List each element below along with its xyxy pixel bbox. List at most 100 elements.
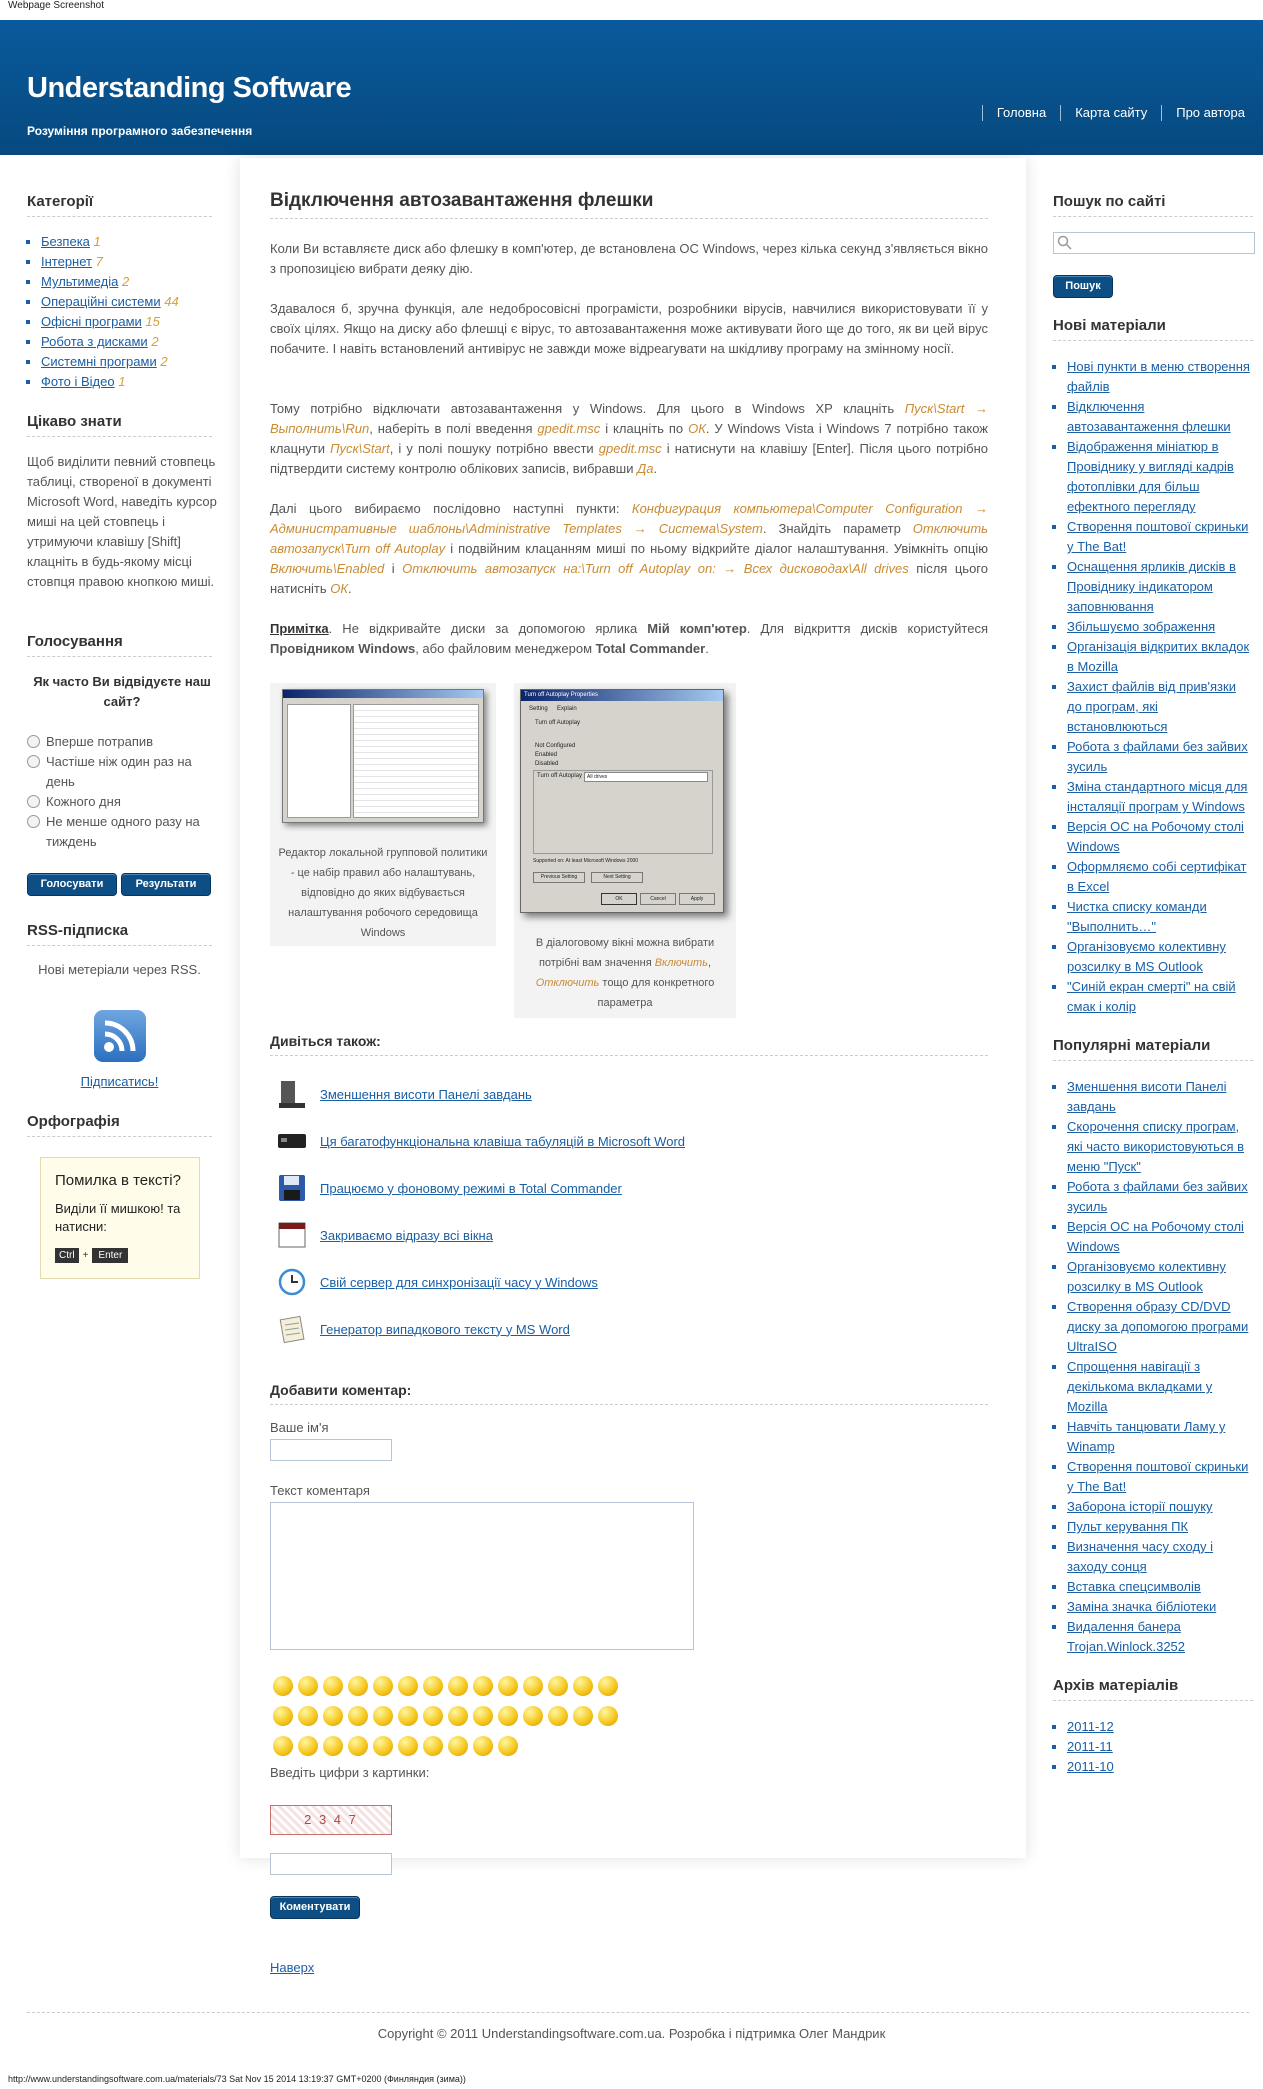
poll-option[interactable]: Вперше потрапив xyxy=(27,732,217,752)
radio-button[interactable] xyxy=(27,735,40,748)
list-item[interactable]: Організовуємо колективну розсилку в MS O… xyxy=(1067,937,1253,977)
see-also-item[interactable]: Закриваємо відразу всі вікна xyxy=(276,1219,493,1251)
category-item[interactable]: Робота з дисками 2 xyxy=(41,332,179,352)
poll-option[interactable]: Частіше ніж один раз на день xyxy=(27,752,217,792)
category-item[interactable]: Мультимедіа 2 xyxy=(41,272,179,292)
smiley-icon[interactable] xyxy=(473,1706,493,1726)
list-item[interactable]: Нові пункти в меню створення файлів xyxy=(1067,357,1253,397)
smiley-icon[interactable] xyxy=(373,1676,393,1696)
smiley-icon[interactable] xyxy=(298,1736,318,1756)
smiley-icon[interactable] xyxy=(348,1706,368,1726)
poll-option[interactable]: Не менше одного разу на тиждень xyxy=(27,812,217,852)
list-item[interactable]: Відключення автозавантаження флешки xyxy=(1067,397,1253,437)
nav-sitemap[interactable]: Карта сайту xyxy=(1060,105,1161,121)
smiley-icon[interactable] xyxy=(448,1676,468,1696)
list-item[interactable]: Оформляємо собі сертифікат в Excel xyxy=(1067,857,1253,897)
site-title[interactable]: Understanding Software xyxy=(27,72,352,105)
rss-subscribe-link[interactable]: Підписатись! xyxy=(27,1074,212,1089)
list-item[interactable]: "Синій екран смерті" на свій смак і колі… xyxy=(1067,977,1253,1017)
list-item[interactable]: Захист файлів від прив'язки до програм, … xyxy=(1067,677,1253,737)
list-item[interactable]: Організовуємо колективну розсилку в MS O… xyxy=(1067,1257,1253,1297)
category-item[interactable]: Фото і Відео 1 xyxy=(41,372,179,392)
see-also-item[interactable]: Працюємо у фоновому режимі в Total Comma… xyxy=(276,1172,622,1204)
smiley-icon[interactable] xyxy=(398,1706,418,1726)
list-item[interactable]: Відображення мініатюр в Провіднику у виг… xyxy=(1067,437,1253,517)
list-item[interactable]: Скорочення списку програм, які часто вик… xyxy=(1067,1117,1253,1177)
smiley-icon[interactable] xyxy=(323,1676,343,1696)
list-item[interactable]: Пульт керування ПК xyxy=(1067,1517,1253,1537)
policy-editor-screenshot[interactable] xyxy=(282,689,484,823)
list-item[interactable]: Версія ОС на Робочому столі Windows xyxy=(1067,1217,1253,1257)
smiley-icon[interactable] xyxy=(373,1736,393,1756)
smiley-icon[interactable] xyxy=(473,1676,493,1696)
smiley-icon[interactable] xyxy=(473,1736,493,1756)
poll-option[interactable]: Кожного дня xyxy=(27,792,217,812)
captcha-input[interactable] xyxy=(270,1853,392,1875)
smiley-icon[interactable] xyxy=(323,1706,343,1726)
comment-textarea[interactable] xyxy=(270,1502,694,1650)
category-item[interactable]: Системні програми 2 xyxy=(41,352,179,372)
list-item[interactable]: Створення поштової скриньки у The Bat! xyxy=(1067,1457,1253,1497)
smiley-icon[interactable] xyxy=(548,1706,568,1726)
smiley-icon[interactable] xyxy=(523,1676,543,1696)
list-item[interactable]: Навчіть танцювати Ламу у Winamp xyxy=(1067,1417,1253,1457)
smiley-icon[interactable] xyxy=(523,1706,543,1726)
smiley-icon[interactable] xyxy=(498,1676,518,1696)
smiley-icon[interactable] xyxy=(423,1676,443,1696)
radio-button[interactable] xyxy=(27,755,40,768)
see-also-item[interactable]: Свій сервер для синхронізації часу у Win… xyxy=(276,1266,598,1298)
list-item[interactable]: Визначення часу сходу і заходу сонця xyxy=(1067,1537,1253,1577)
smiley-icon[interactable] xyxy=(398,1736,418,1756)
smiley-icon[interactable] xyxy=(498,1706,518,1726)
smiley-icon[interactable] xyxy=(298,1676,318,1696)
smiley-icon[interactable] xyxy=(498,1736,518,1756)
search-input[interactable] xyxy=(1053,232,1255,254)
category-item[interactable]: Безпека 1 xyxy=(41,232,179,252)
smiley-icon[interactable] xyxy=(348,1736,368,1756)
list-item[interactable]: Створення образу CD/DVD диску за допомог… xyxy=(1067,1297,1253,1357)
see-also-item[interactable]: Зменшення висоти Панелі завдань xyxy=(276,1078,532,1110)
vote-button[interactable]: Голосувати xyxy=(27,873,117,896)
list-item[interactable]: Збільшуємо зображення xyxy=(1067,617,1253,637)
smiley-icon[interactable] xyxy=(373,1706,393,1726)
category-item[interactable]: Інтернет 7 xyxy=(41,252,179,272)
smiley-icon[interactable] xyxy=(573,1676,593,1696)
submit-comment-button[interactable]: Коментувати xyxy=(270,1896,360,1919)
list-item[interactable]: Версія ОС на Робочому столі Windows xyxy=(1067,817,1253,857)
back-to-top-link[interactable]: Наверх xyxy=(270,1960,314,1975)
list-item[interactable]: Видалення банера Trojan.Winlock.3252 xyxy=(1067,1617,1253,1657)
see-also-item[interactable]: Генератор випадкового тексту у MS Word xyxy=(276,1313,570,1345)
results-button[interactable]: Результати xyxy=(121,873,211,896)
smiley-icon[interactable] xyxy=(398,1676,418,1696)
smiley-icon[interactable] xyxy=(273,1676,293,1696)
smiley-icon[interactable] xyxy=(348,1676,368,1696)
list-item[interactable]: Зменшення висоти Панелі завдань xyxy=(1067,1077,1253,1117)
radio-button[interactable] xyxy=(27,795,40,808)
list-item[interactable]: Робота з файлами без зайвих зусиль xyxy=(1067,737,1253,777)
radio-button[interactable] xyxy=(27,815,40,828)
smiley-icon[interactable] xyxy=(323,1736,343,1756)
list-item[interactable]: Оснащення ярликів дисків в Провіднику ін… xyxy=(1067,557,1253,617)
name-input[interactable] xyxy=(270,1439,392,1461)
smiley-icon[interactable] xyxy=(273,1706,293,1726)
smiley-icon[interactable] xyxy=(273,1736,293,1756)
smiley-icon[interactable] xyxy=(423,1706,443,1726)
list-item[interactable]: 2011-11 xyxy=(1067,1737,1253,1757)
list-item[interactable]: Чистка списку команди "Выполнить…" xyxy=(1067,897,1253,937)
nav-about[interactable]: Про автора xyxy=(1161,105,1259,121)
list-item[interactable]: Спрощення навігації з декількома вкладка… xyxy=(1067,1357,1253,1417)
smiley-icon[interactable] xyxy=(448,1736,468,1756)
list-item[interactable]: Заміна значка бібліотеки xyxy=(1067,1597,1253,1617)
rss-icon[interactable] xyxy=(94,1010,146,1062)
list-item[interactable]: Вставка спецсимволів xyxy=(1067,1577,1253,1597)
category-item[interactable]: Операційні системи 44 xyxy=(41,292,179,312)
smiley-icon[interactable] xyxy=(598,1676,618,1696)
smiley-icon[interactable] xyxy=(423,1736,443,1756)
smiley-icon[interactable] xyxy=(298,1706,318,1726)
nav-home[interactable]: Головна xyxy=(981,105,1060,121)
see-also-item[interactable]: Ця багатофункціональна клавіша табуляцій… xyxy=(276,1125,685,1157)
smiley-icon[interactable] xyxy=(448,1706,468,1726)
search-button[interactable]: Пошук xyxy=(1053,275,1113,298)
category-item[interactable]: Офісні програми 15 xyxy=(41,312,179,332)
list-item[interactable]: Створення поштової скриньки у The Bat! xyxy=(1067,517,1253,557)
